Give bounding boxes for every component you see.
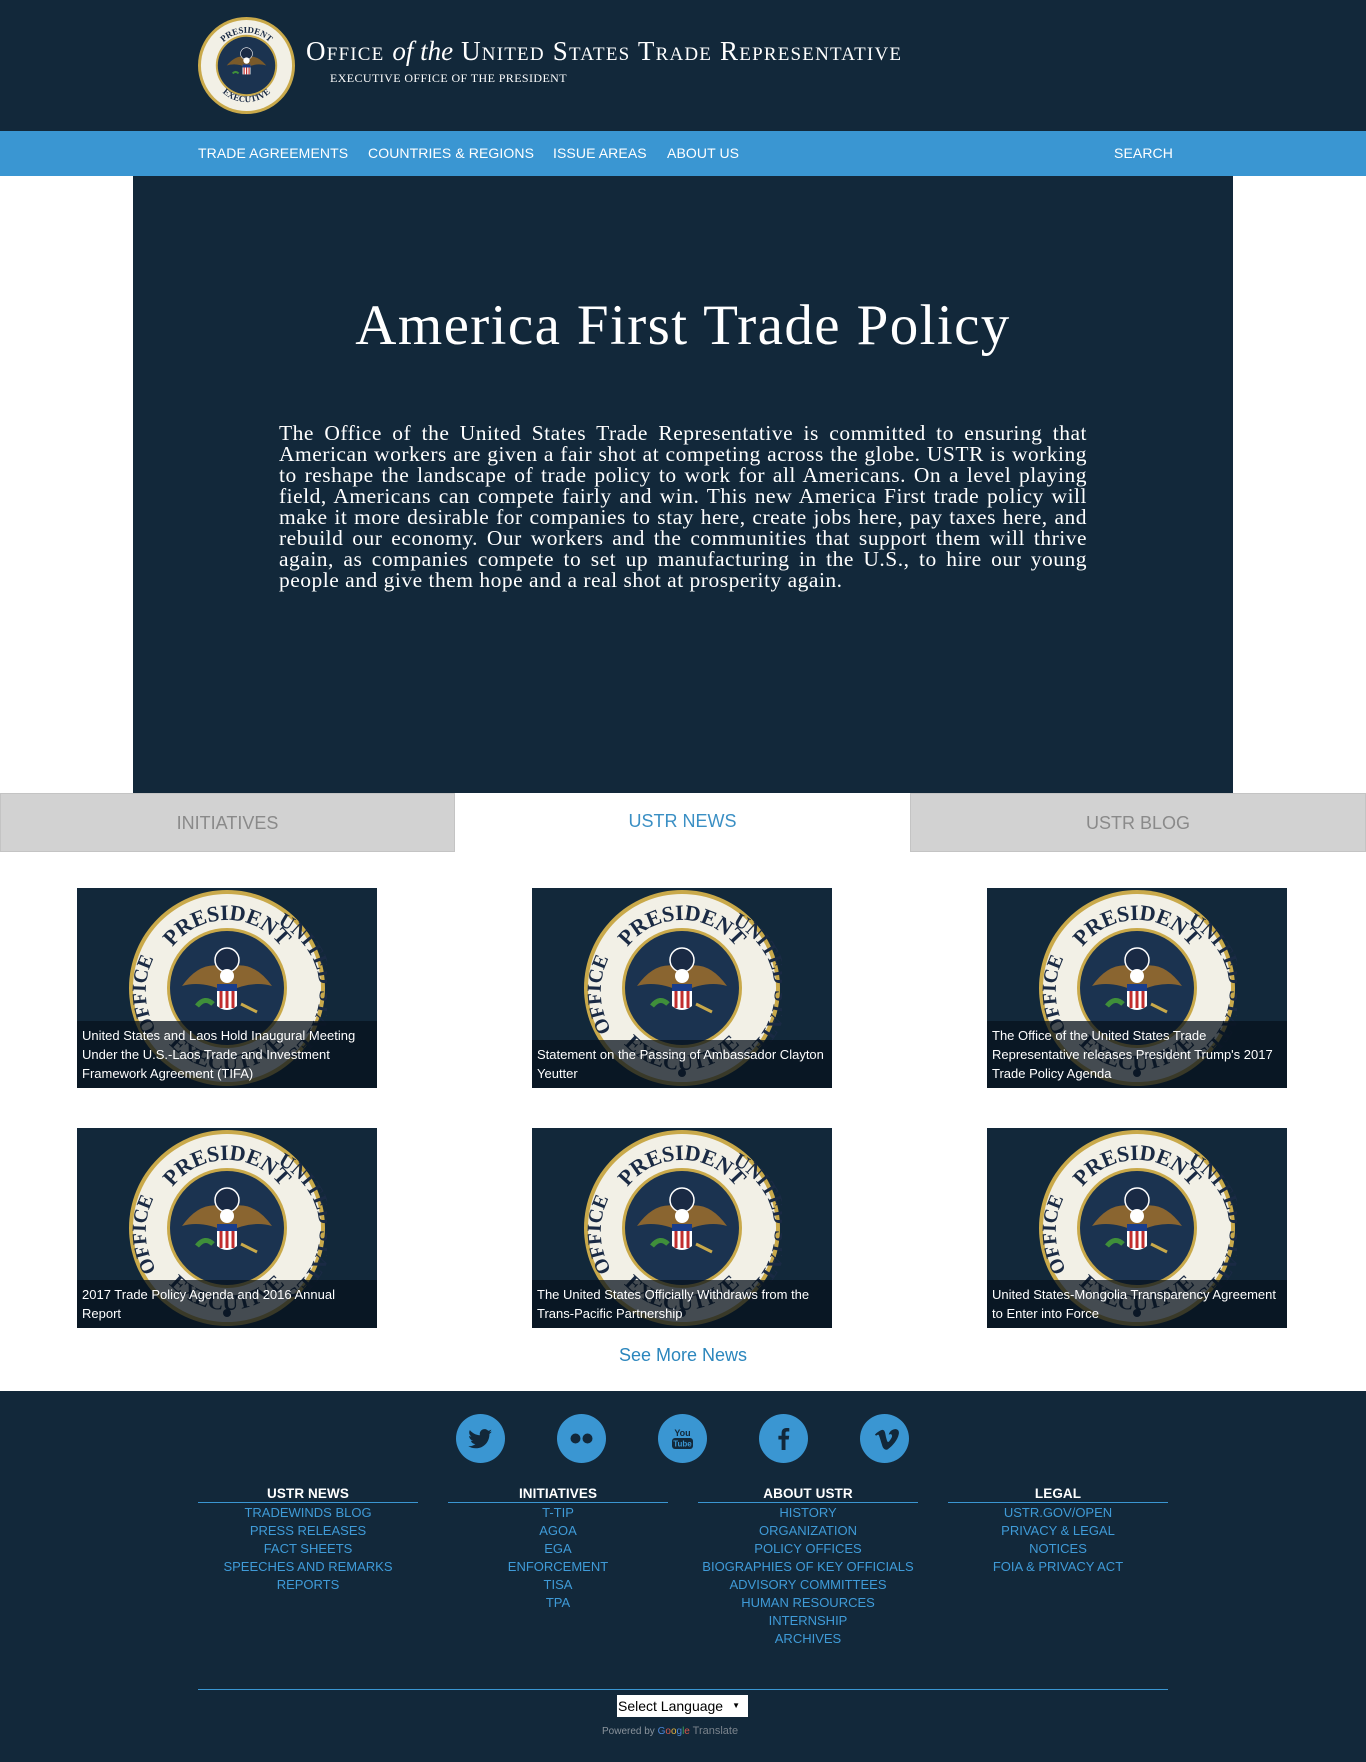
footer-column-about-ustr: ABOUT USTR HISTORY ORGANIZATION POLICY O… <box>698 1486 918 1648</box>
flickr-icon <box>570 1433 593 1444</box>
facebook-link[interactable] <box>759 1414 808 1463</box>
site-title-part-of-the: of the <box>392 36 454 66</box>
footer-link[interactable]: POLICY OFFICES <box>698 1540 918 1558</box>
news-card-caption: The Office of the United States Trade Re… <box>987 1021 1287 1088</box>
news-card[interactable]: PRESIDENTEXECUTIVEOFFICEUNITED STATES Th… <box>987 888 1287 1088</box>
footer-column-heading: ABOUT USTR <box>698 1486 918 1503</box>
footer-link[interactable]: ADVISORY COMMITTEES <box>698 1576 918 1594</box>
nav-search[interactable]: SEARCH <box>1114 145 1173 161</box>
tab-ustr-news[interactable]: USTR NEWS <box>455 793 910 852</box>
footer-link[interactable]: REPORTS <box>198 1576 418 1594</box>
nav-trade-agreements[interactable]: TRADE AGREEMENTS <box>198 145 348 161</box>
footer-link[interactable]: AGOA <box>448 1522 668 1540</box>
twitter-link[interactable] <box>456 1414 505 1463</box>
footer-column-heading: LEGAL <box>948 1486 1168 1503</box>
footer-divider <box>198 1689 1168 1690</box>
footer-link[interactable]: T-TIP <box>448 1504 668 1522</box>
google-translate-attribution: Powered by Google Translate <box>602 1725 738 1737</box>
news-card[interactable]: PRESIDENTEXECUTIVEOFFICEUNITED STATES Un… <box>987 1128 1287 1328</box>
footer-link[interactable]: TPA <box>448 1594 668 1612</box>
footer-column-heading: USTR NEWS <box>198 1486 418 1503</box>
news-card-caption: Statement on the Passing of Ambassador C… <box>532 1040 832 1088</box>
news-card[interactable]: PRESIDENTEXECUTIVEOFFICEUNITED STATES 20… <box>77 1128 377 1328</box>
news-card-caption: United States and Laos Hold Inaugural Me… <box>77 1021 377 1088</box>
flickr-link[interactable] <box>557 1414 606 1463</box>
nav-issue-areas[interactable]: ISSUE AREAS <box>553 145 647 161</box>
svg-text:Tube: Tube <box>673 1440 692 1449</box>
see-more-news-link[interactable]: See More News <box>0 1345 1366 1366</box>
site-title-part-ustr: United States Trade Representative <box>461 36 903 66</box>
footer-link[interactable]: PRESS RELEASES <box>198 1522 418 1540</box>
main-nav: TRADE AGREEMENTS COUNTRIES & REGIONS ISS… <box>0 131 1366 176</box>
vimeo-link[interactable] <box>860 1414 909 1463</box>
footer-link[interactable]: NOTICES <box>948 1540 1168 1558</box>
site-title-part-office: Office <box>306 36 385 66</box>
news-card-caption: 2017 Trade Policy Agenda and 2016 Annual… <box>77 1280 377 1328</box>
hero-banner: America First Trade Policy The Office of… <box>133 176 1233 793</box>
footer-link[interactable]: TRADEWINDS BLOG <box>198 1504 418 1522</box>
tab-initiatives[interactable]: INITIATIVES <box>0 793 455 852</box>
news-card-caption: United States-Mongolia Transparency Agre… <box>987 1280 1287 1328</box>
chevron-down-icon: ▼ <box>732 1701 740 1710</box>
nav-countries-regions[interactable]: COUNTRIES & REGIONS <box>368 145 534 161</box>
hero-title: America First Trade Policy <box>355 294 1011 357</box>
footer-link[interactable]: ARCHIVES <box>698 1630 918 1648</box>
powered-by-label: Powered by <box>602 1726 655 1737</box>
news-card[interactable]: PRESIDENTEXECUTIVEOFFICEUNITED STATES Th… <box>532 1128 832 1328</box>
vimeo-icon <box>875 1429 899 1450</box>
footer-link[interactable]: HISTORY <box>698 1504 918 1522</box>
footer-link[interactable]: FACT SHEETS <box>198 1540 418 1558</box>
footer-column-legal: LEGAL USTR.GOV/OPEN PRIVACY & LEGAL NOTI… <box>948 1486 1168 1576</box>
language-select[interactable]: Select Language ▼ <box>617 1695 748 1717</box>
twitter-icon <box>468 1429 492 1449</box>
footer-link[interactable]: ENFORCEMENT <box>448 1558 668 1576</box>
ustr-seal-logo[interactable]: PRESIDENT EXECUTIVE <box>197 16 296 115</box>
tab-ustr-blog[interactable]: USTR BLOG <box>910 793 1366 852</box>
site-header: PRESIDENT EXECUTIVE Office of the United… <box>0 0 1366 131</box>
footer-link[interactable]: FOIA & PRIVACY ACT <box>948 1558 1168 1576</box>
footer-link[interactable]: HUMAN RESOURCES <box>698 1594 918 1612</box>
svg-text:You: You <box>674 1428 690 1438</box>
footer-link[interactable]: BIOGRAPHIES OF KEY OFFICIALS <box>698 1558 918 1576</box>
youtube-icon: You Tube <box>672 1428 693 1449</box>
footer-link[interactable]: USTR.GOV/OPEN <box>948 1504 1168 1522</box>
site-title[interactable]: Office of the United States Trade Repres… <box>306 36 902 67</box>
footer-link[interactable]: INTERNSHIP <box>698 1612 918 1630</box>
facebook-icon <box>778 1428 790 1450</box>
nav-about-us[interactable]: ABOUT US <box>667 145 739 161</box>
footer-link[interactable]: SPEECHES AND REMARKS <box>198 1558 418 1576</box>
footer-column-ustr-news: USTR NEWS TRADEWINDS BLOG PRESS RELEASES… <box>198 1486 418 1594</box>
news-card[interactable]: PRESIDENTEXECUTIVEOFFICEUNITED STATES Un… <box>77 888 377 1088</box>
footer-link[interactable]: TISA <box>448 1576 668 1594</box>
footer-link[interactable]: PRIVACY & LEGAL <box>948 1522 1168 1540</box>
google-logo[interactable]: Google <box>658 1726 690 1737</box>
news-card[interactable]: PRESIDENTEXECUTIVEOFFICEUNITED STATES St… <box>532 888 832 1088</box>
footer-column-initiatives: INITIATIVES T-TIP AGOA EGA ENFORCEMENT T… <box>448 1486 668 1612</box>
news-card-caption: The United States Officially Withdraws f… <box>532 1280 832 1328</box>
footer-column-heading: INITIATIVES <box>448 1486 668 1503</box>
footer-link[interactable]: EGA <box>448 1540 668 1558</box>
site-subtitle: EXECUTIVE OFFICE OF THE PRESIDENT <box>330 71 567 85</box>
youtube-link[interactable]: You Tube <box>658 1414 707 1463</box>
footer-link[interactable]: ORGANIZATION <box>698 1522 918 1540</box>
language-select-value: Select Language <box>618 1698 724 1714</box>
translate-label: Translate <box>692 1725 739 1737</box>
site-footer: You Tube USTR NEWS TRADEWINDS BLOG PRESS… <box>0 1391 1366 1762</box>
hero-body: The Office of the United States Trade Re… <box>279 421 1087 592</box>
